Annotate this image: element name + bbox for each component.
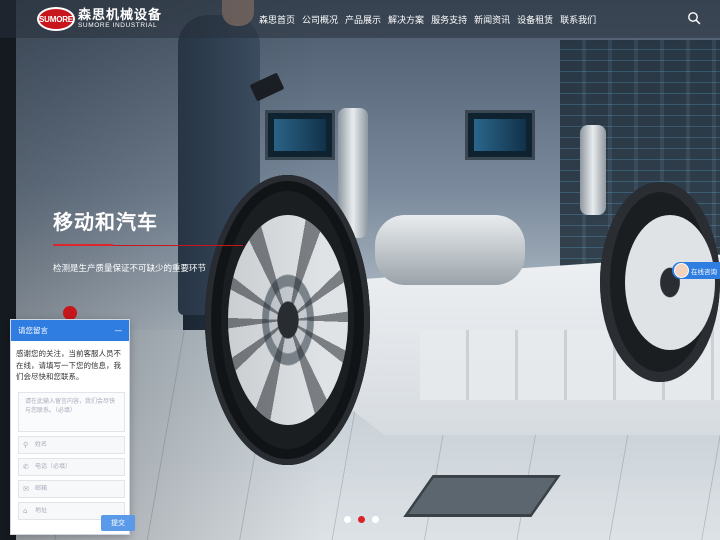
logo-mark-text: SUMORE bbox=[39, 14, 73, 24]
brand-name-cn: 森思机械设备 bbox=[78, 7, 163, 23]
red-marker-icon bbox=[63, 306, 77, 320]
name-input[interactable] bbox=[35, 441, 123, 448]
brand-logo[interactable]: SUMORE 森思机械设备 SUMORE INDUSTRIAL bbox=[37, 7, 162, 31]
online-consult-button[interactable]: 在线咨询 bbox=[672, 262, 720, 279]
nav-item-products[interactable]: 产品展示 bbox=[345, 13, 381, 26]
phone-icon: ✆ bbox=[23, 462, 29, 471]
minimize-icon[interactable]: — bbox=[115, 327, 123, 335]
carousel-dot-active[interactable] bbox=[358, 516, 365, 523]
hero-subtitle: 检测是生产质量保证不可缺少的重要环节 bbox=[53, 264, 207, 274]
nav-item-support[interactable]: 服务支持 bbox=[431, 13, 467, 26]
carousel-dot[interactable] bbox=[344, 516, 351, 523]
address-input[interactable] bbox=[35, 507, 123, 514]
agent-avatar bbox=[674, 263, 689, 278]
logo-text: 森思机械设备 SUMORE INDUSTRIAL bbox=[78, 9, 162, 30]
main-nav: 森思首页 公司概况 产品展示 解决方案 服务支持 新闻资讯 设备租赁 联系我们 bbox=[259, 0, 603, 38]
email-input[interactable] bbox=[35, 485, 123, 492]
carousel-dot[interactable] bbox=[372, 516, 379, 523]
chat-header: 请您留言 — bbox=[11, 320, 129, 341]
hero-title: 移动和汽车 bbox=[53, 210, 158, 234]
search-icon[interactable] bbox=[687, 11, 701, 25]
hero-divider bbox=[53, 244, 243, 246]
brand-name-en: SUMORE INDUSTRIAL bbox=[78, 21, 158, 29]
phone-input[interactable] bbox=[35, 463, 123, 470]
logo-mark-icon: SUMORE bbox=[37, 7, 75, 31]
submit-button[interactable]: 提交 bbox=[101, 515, 135, 531]
online-consult-label: 在线咨询 bbox=[691, 267, 717, 276]
phone-field[interactable]: ✆ bbox=[18, 457, 125, 476]
nav-item-contact[interactable]: 联系我们 bbox=[560, 13, 596, 26]
chat-title: 请您留言 bbox=[18, 326, 48, 335]
carousel-pagination bbox=[344, 516, 379, 523]
name-field[interactable]: ⚲ bbox=[18, 435, 125, 454]
leave-message-panel: 请您留言 — 感谢您的关注，当前客服人员不在线，请填写一下您的信息，我们会尽快和… bbox=[10, 319, 135, 535]
nav-item-about[interactable]: 公司概况 bbox=[302, 13, 338, 26]
nav-item-news[interactable]: 新闻资讯 bbox=[474, 13, 510, 26]
nav-item-rental[interactable]: 设备租赁 bbox=[517, 13, 553, 26]
location-icon: ⌂ bbox=[23, 506, 28, 515]
message-textarea[interactable] bbox=[18, 391, 125, 432]
user-icon: ⚲ bbox=[23, 440, 29, 449]
nav-item-home[interactable]: 森思首页 bbox=[259, 13, 295, 26]
chat-intro-text: 感谢您的关注，当前客服人员不在线，请填写一下您的信息，我们会尽快和您联系。 bbox=[16, 349, 121, 381]
mail-icon: ✉ bbox=[23, 484, 29, 493]
site-header: SUMORE 森思机械设备 SUMORE INDUSTRIAL 森思首页 公司概… bbox=[0, 0, 720, 38]
nav-item-solutions[interactable]: 解决方案 bbox=[388, 13, 424, 26]
email-field[interactable]: ✉ bbox=[18, 479, 125, 498]
